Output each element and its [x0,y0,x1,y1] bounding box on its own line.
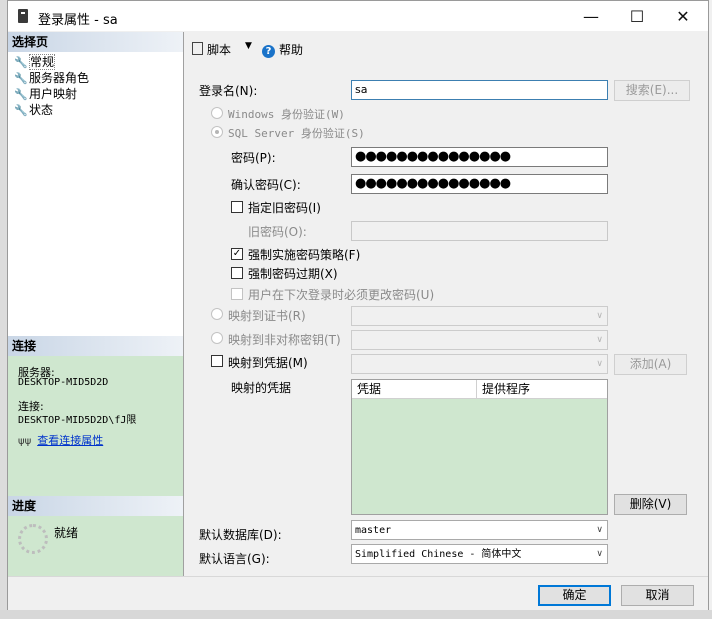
mapped-credentials-grid[interactable]: 凭据 提供程序 [351,379,608,515]
enforce-expiration-label: 强制密码过期(X) [248,267,338,281]
specify-old-password-checkbox[interactable] [231,201,243,213]
help-button[interactable]: ? 帮助 [262,41,303,58]
search-button[interactable]: 搜索(E)... [614,80,690,101]
asym-key-combo[interactable]: ∨ [351,330,608,350]
default-language-label: 默认语言(G): [199,552,270,566]
default-database-combo[interactable]: master ∨ [351,520,608,540]
page-status[interactable]: 🔧状态 [14,102,53,118]
map-asym-key-label: 映射到非对称密钥(T) [228,333,341,347]
specify-old-password-label: 指定旧密码(I) [248,201,321,215]
chevron-down-icon: ∨ [596,359,603,369]
login-name-input[interactable]: sa [351,80,608,100]
map-asym-key-radio[interactable] [211,332,223,344]
wrench-icon: 🔧 [14,56,28,69]
grid-col-provider[interactable]: 提供程序 [477,380,607,398]
wrench-icon: 🔧 [14,72,28,85]
confirm-password-input[interactable]: ●●●●●●●●●●●●●●● [351,174,608,194]
dialog-icon [18,9,28,23]
wrench-icon: 🔧 [14,104,28,117]
sql-auth-radio[interactable] [211,126,223,138]
grid-col-credential[interactable]: 凭据 [352,380,477,398]
chevron-down-icon: ∨ [596,311,603,321]
map-credential-label: 映射到凭据(M) [228,356,308,370]
chevron-down-icon: ∨ [596,549,603,559]
default-database-label: 默认数据库(D): [199,528,282,542]
chevron-down-icon: ∨ [596,335,603,345]
grid-header: 凭据 提供程序 [352,380,607,399]
connection-properties-icon: ψψ [18,436,32,447]
password-label: 密码(P): [231,151,276,165]
enforce-expiration-checkbox[interactable] [231,267,243,279]
must-change-label: 用户在下次登录时必须更改密码(U) [248,288,435,302]
close-button[interactable]: ✕ [660,1,706,31]
main-pane: 脚本 ▼ ? 帮助 登录名(N): sa 搜索(E)... Windows 身份验… [184,32,708,576]
left-pane: 选择页 🔧 常规 🔧服务器角色 🔧用户映射 🔧状态 连接 服务器: DESKTOP… [8,32,184,576]
title-bar[interactable]: 登录属性 - sa — ☐ ✕ [8,1,708,31]
ok-button[interactable]: 确定 [538,585,611,606]
window-title: 登录属性 - sa [38,13,118,28]
windows-auth-label: Windows 身份验证(W) [228,108,345,121]
wrench-icon: 🔧 [14,88,28,101]
server-value: DESKTOP-MID5D2D [18,377,109,388]
page-server-roles[interactable]: 🔧服务器角色 [14,70,89,86]
connection-header: 连接 [8,336,183,356]
add-button[interactable]: 添加(A) [614,354,687,375]
script-button[interactable]: 脚本 [192,41,231,58]
credential-combo[interactable]: ∨ [351,354,608,374]
enforce-policy-checkbox[interactable]: ✓ [231,248,243,260]
old-password-input[interactable] [351,221,608,241]
script-dropdown-icon[interactable]: ▼ [245,41,252,51]
connection-value: DESKTOP-MID5D2D\fJ限 [18,415,137,426]
map-credential-checkbox[interactable] [211,355,223,367]
confirm-password-label: 确认密码(C): [231,178,301,192]
progress-header: 进度 [8,496,183,516]
map-cert-label: 映射到证书(R) [228,309,306,323]
windows-auth-radio[interactable] [211,107,223,119]
select-page-header: 选择页 [8,32,183,52]
maximize-button[interactable]: ☐ [614,1,660,31]
login-properties-dialog: 登录属性 - sa — ☐ ✕ 选择页 🔧 常规 🔧服务器角色 🔧用户映射 🔧状态… [7,0,709,610]
mapped-credentials-label: 映射的凭据 [231,381,292,395]
old-password-label: 旧密码(O): [248,225,307,239]
help-icon: ? [262,45,275,58]
map-cert-radio[interactable] [211,308,223,320]
cert-combo[interactable]: ∨ [351,306,608,326]
script-icon [192,42,203,55]
sql-auth-label: SQL Server 身份验证(S) [228,127,365,140]
connection-panel: 服务器: DESKTOP-MID5D2D 连接: DESKTOP-MID5D2D… [8,356,183,496]
chevron-down-icon: ∨ [596,525,603,535]
password-input[interactable]: ●●●●●●●●●●●●●●● [351,147,608,167]
cancel-button[interactable]: 取消 [621,585,694,606]
background-window-bottom [0,610,712,619]
progress-panel: 就绪 [8,516,183,576]
view-connection-properties[interactable]: ψψ 查看连接属性 [18,432,103,448]
minimize-button[interactable]: — [568,1,614,31]
page-user-mapping[interactable]: 🔧用户映射 [14,86,77,102]
progress-status: 就绪 [54,526,79,540]
page-general[interactable]: 🔧 常规 [14,54,56,70]
default-language-combo[interactable]: Simplified Chinese - 简体中文 ∨ [351,544,608,564]
enforce-policy-label: 强制实施密码策略(F) [248,248,361,262]
remove-button[interactable]: 删除(V) [614,494,687,515]
dialog-footer: 确定 取消 [8,576,708,610]
login-name-label: 登录名(N): [199,84,258,98]
progress-spinner-icon [18,524,48,554]
must-change-checkbox[interactable] [231,288,243,300]
